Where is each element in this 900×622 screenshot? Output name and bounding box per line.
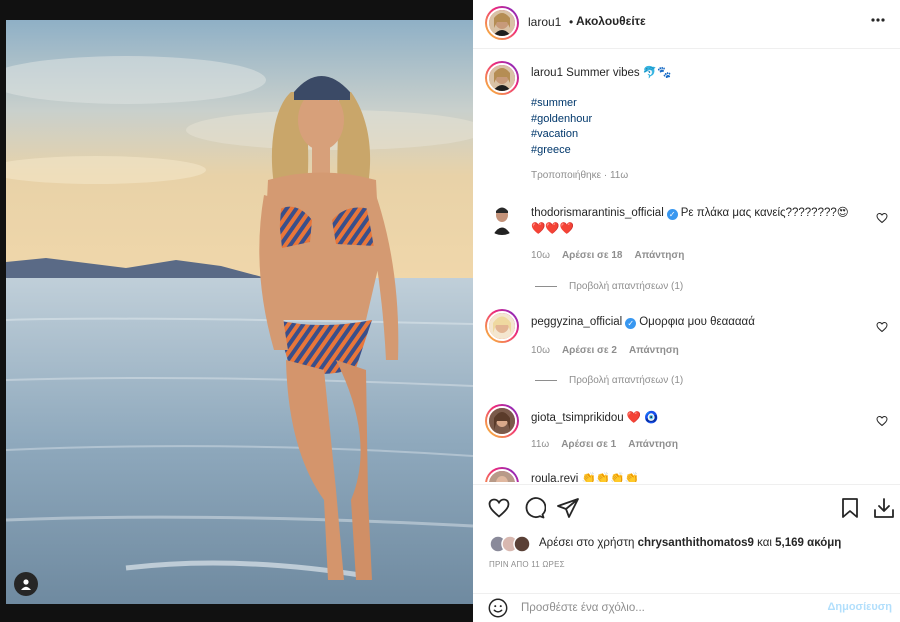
likes-summary: Αρέσει στο χρήστη chrysanthithomatos9 κα… — [539, 537, 841, 549]
commenter-username[interactable]: thodorismarantinis_official — [531, 207, 664, 219]
comment-meta: 11ω Αρέσει σε 1 Απάντηση — [531, 439, 690, 450]
post-photo[interactable] — [6, 20, 473, 604]
commenter-username[interactable]: roula.revi — [531, 473, 578, 482]
smiley-icon[interactable] — [487, 597, 509, 619]
view-replies-button[interactable]: Προβολή απαντήσεων (1) — [535, 281, 683, 292]
likes-count-link[interactable]: 5,169 ακόμη — [775, 537, 841, 549]
comment-like-icon[interactable] — [876, 321, 888, 333]
comment-like-icon[interactable] — [876, 212, 888, 224]
reply-button[interactable]: Απάντηση — [635, 250, 685, 261]
view-replies-label: Προβολή απαντήσεων (1) — [569, 375, 684, 386]
actions-divider — [473, 484, 900, 485]
bookmark-icon[interactable] — [838, 496, 862, 520]
post-timestamp[interactable]: ΠΡΙΝ ΑΠΟ 11 ΩΡΕΣ — [489, 560, 565, 569]
comment-text: ❤️ 🧿 — [626, 412, 659, 424]
post-side-panel: larou1 • Ακολουθείτε larou1 Summer vibes… — [473, 0, 900, 622]
reply-button[interactable]: Απάντηση — [628, 439, 678, 450]
verified-badge-icon: ✓ — [625, 318, 637, 329]
comment-text-line: giota_tsimprikidou ❤️ 🧿 — [531, 410, 659, 424]
comment-text-line: roula.revi 👏👏👏👏 — [531, 471, 639, 482]
comment-meta: 10ω Αρέσει σε 2 Απάντηση — [531, 345, 691, 356]
caption-text: Summer vibes 🐬🐾 — [566, 67, 672, 79]
liker-username[interactable]: chrysanthithomatos9 — [638, 537, 754, 549]
comment-text: 👏👏👏👏 — [581, 473, 639, 482]
comment-text-line: peggyzina_official ✓ Ομορφια μου θεααααά — [531, 316, 755, 329]
more-icon[interactable] — [868, 10, 888, 30]
comment-likes-link[interactable]: Αρέσει σε 18 — [562, 250, 623, 261]
comment-text-cont: ❤️❤️❤️ — [531, 223, 574, 235]
instagram-post-modal: larou1 • Ακολουθείτε larou1 Summer vibes… — [0, 0, 900, 622]
caption-username[interactable]: larou1 — [531, 67, 563, 79]
view-replies-label: Προβολή απαντήσεων (1) — [569, 281, 684, 292]
comment-text: Ομορφια μου θεααααά — [639, 316, 755, 328]
comment-likes-link[interactable]: Αρέσει σε 2 — [562, 345, 617, 356]
commenter-username[interactable]: peggyzina_official — [531, 316, 622, 328]
commenter-avatar[interactable] — [485, 404, 519, 438]
user-tag-icon — [21, 579, 31, 590]
commenter-avatar[interactable] — [485, 201, 519, 235]
verified-badge-icon: ✓ — [666, 209, 678, 220]
heart-icon[interactable] — [487, 496, 511, 520]
user-tag-button[interactable] — [14, 572, 38, 596]
replies-line — [535, 285, 557, 287]
commenter-avatar[interactable] — [485, 467, 519, 482]
hashtag-link[interactable]: #summer — [531, 96, 592, 112]
comment-age: 10ω — [531, 345, 550, 356]
caption-avatar[interactable] — [485, 61, 519, 95]
comment-input[interactable] — [521, 598, 811, 618]
comment-likes-link[interactable]: Αρέσει σε 1 — [561, 439, 616, 450]
replies-line — [535, 379, 557, 381]
post-actions: Αρέσει στο χρήστη chrysanthithomatos9 κα… — [473, 486, 900, 596]
likes-prefix: Αρέσει στο χρήστη — [539, 537, 635, 549]
caption-edited-meta: Τροποποιήθηκε · 11ω — [531, 170, 629, 181]
comment-age: 10ω — [531, 250, 550, 261]
post-comment-button[interactable]: Δημοσίευση — [827, 601, 892, 613]
caption-text-line: larou1 Summer vibes 🐬🐾 — [531, 65, 672, 79]
reply-button[interactable]: Απάντηση — [629, 345, 679, 356]
commenter-avatar[interactable] — [485, 309, 519, 343]
paper-plane-icon[interactable] — [556, 496, 580, 520]
likes-conjunction: και — [757, 537, 772, 549]
download-icon[interactable] — [872, 496, 896, 520]
hashtag-list: #summer #goldenhour #vacation #greece — [531, 96, 592, 158]
author-avatar[interactable] — [485, 6, 519, 40]
comment-like-icon[interactable] — [876, 415, 888, 427]
photo-pane — [0, 0, 473, 622]
hashtag-link[interactable]: #vacation — [531, 127, 592, 143]
likers-avatars[interactable] — [489, 535, 537, 553]
comment-text-line: thodorismarantinis_official ✓ Ρε πλάκα μας… — [531, 205, 849, 220]
add-comment-form: Δημοσίευση — [473, 594, 900, 622]
commenter-username[interactable]: giota_tsimprikidou — [531, 412, 624, 424]
header-separator: • — [569, 15, 574, 29]
author-username[interactable]: larou1 — [528, 15, 561, 29]
comments-list[interactable]: larou1 Summer vibes 🐬🐾 #summer #goldenho… — [473, 49, 900, 482]
comment-age: 11ω — [531, 439, 550, 450]
following-button[interactable]: Ακολουθείτε — [576, 14, 646, 28]
post-header: larou1 • Ακολουθείτε — [473, 0, 900, 48]
hashtag-link[interactable]: #greece — [531, 143, 592, 159]
hashtag-link[interactable]: #goldenhour — [531, 112, 592, 128]
comment-text: Ρε πλάκα μας κανείς????????😍 — [680, 207, 849, 219]
comment-meta: 10ω Αρέσει σε 18 Απάντηση — [531, 250, 696, 261]
comment-icon[interactable] — [522, 496, 546, 520]
view-replies-button[interactable]: Προβολή απαντήσεων (1) — [535, 375, 683, 386]
